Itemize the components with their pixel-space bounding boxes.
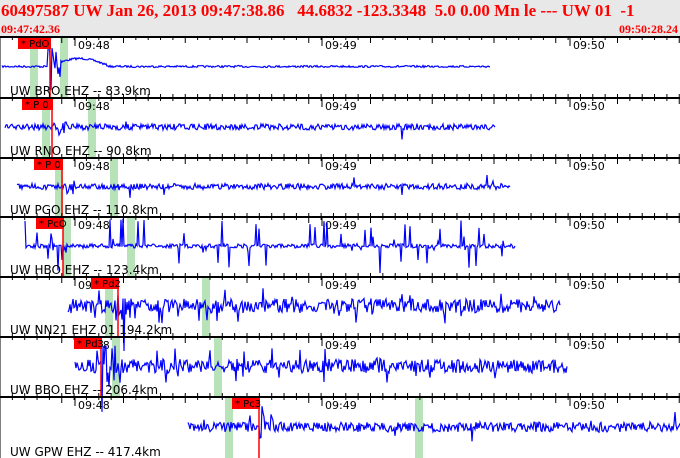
minute-label: 09:50: [573, 100, 605, 113]
minute-label: 09:50: [573, 219, 605, 232]
seismogram-trace: [4, 121, 496, 140]
minute-label: 09:49: [325, 219, 357, 232]
pick-label: * P 0: [25, 100, 49, 111]
waveform-panel[interactable]: 09:48 09:49 09:50 * PdO UW BRO EHZ -- 83.9km…: [0, 36, 680, 458]
pick-label: * PdO: [21, 39, 50, 50]
minute-label: 09:48: [78, 39, 110, 52]
seismogram-trace: [67, 288, 561, 352]
minute-label: 09:49: [325, 39, 357, 52]
channel-row[interactable]: 09:48 09:49 09:50 * PcO UW HBO EHZ -- 123.4k…: [0, 213, 680, 277]
channel-row[interactable]: 09:48 09:49 09:50 * Pc3 UW GPW EHZ -- 417.4k…: [0, 393, 680, 458]
minute-label: 09:50: [573, 39, 605, 52]
pick-label: * PcO: [39, 219, 67, 230]
minute-label: 09:48: [78, 399, 110, 412]
pick-label: * P 0: [37, 160, 61, 171]
minute-label: 09:49: [325, 399, 357, 412]
pick-label: * Pc3: [235, 399, 261, 410]
channel-label: UW BRO EHZ -- 83.9km: [10, 84, 151, 98]
minute-label: 09:48: [78, 160, 110, 173]
minute-label: 09:49: [325, 100, 357, 113]
channel-label: UW GPW EHZ -- 417.4km: [10, 445, 161, 458]
pick-label: * Pd2: [94, 279, 121, 290]
event-title: 60497587 UW Jan 26, 2013 09:47:38.86 44.…: [1, 1, 635, 20]
minute-label: 09:49: [325, 160, 357, 173]
seismogram-trace: [74, 345, 568, 412]
channel-row[interactable]: 09:48 09:49 09:50* P 0UW PGO EHZ -- 110.8k…: [0, 154, 680, 217]
seismogram-trace: [187, 406, 680, 442]
seismogram-trace: [1, 42, 491, 90]
event-header: 60497587 UW Jan 26, 2013 09:47:38.86 44.…: [0, 0, 680, 36]
start-time: 09:47:42.36: [1, 22, 60, 36]
channel-row[interactable]: 09:48 09:49 09:50 * P 0 UW RNO EHZ -- 90.8km: [0, 94, 680, 158]
channel-row[interactable]: 09:48 09:49 09:50 * PdO UW BRO EHZ -- 83.9km: [0, 36, 680, 98]
minute-label: 09:50: [573, 399, 605, 412]
seismogram-trace: [16, 175, 511, 198]
minute-label: 09:50: [573, 279, 605, 292]
minute-label: 09:50: [573, 339, 605, 352]
minute-label: 09:50: [573, 160, 605, 173]
minute-label: 09:49: [325, 279, 357, 292]
minute-label: 09:49: [325, 339, 357, 352]
end-time: 09:50:28.24: [619, 22, 678, 36]
pick-label: * Pd3: [77, 339, 104, 350]
minute-label: 09:48: [78, 100, 110, 113]
channel-label: UW RNO EHZ -- 90.8km: [10, 144, 152, 158]
minute-label: 09:48: [78, 219, 110, 232]
channel-label: UW HBO EHZ -- 123.4km: [10, 263, 159, 277]
